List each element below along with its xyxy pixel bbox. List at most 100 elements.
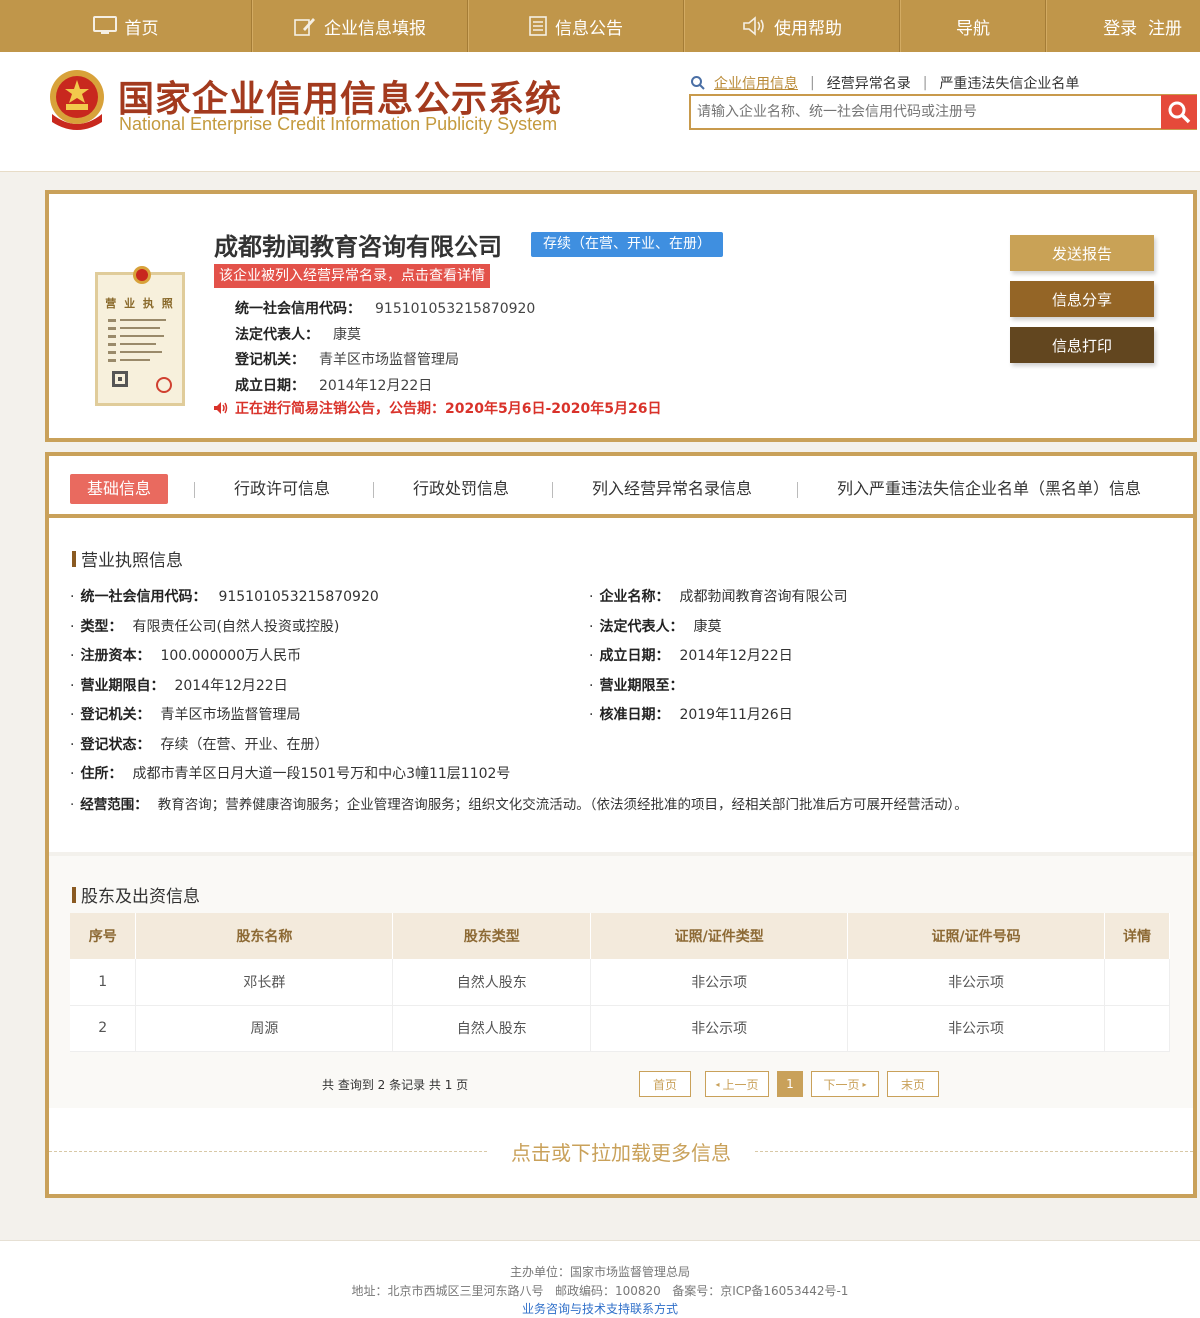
tab-separator [552, 482, 553, 498]
footer-address: 地址：北京市西城区三里河东路八号 邮政编码：100820 备案号：京ICP备16… [351, 1284, 849, 1298]
nav-help-label: 使用帮助 [774, 18, 842, 39]
license-title: 营 业 执 照 [105, 297, 175, 310]
nav-announcements[interactable]: 信息公告 [468, 0, 684, 52]
info-label: 成立日期： [235, 378, 305, 394]
pager-prev-button[interactable]: ◂ 上一页 [705, 1071, 769, 1097]
table-row: 2 周源 自然人股东 非公示项 非公示项 [70, 1005, 1170, 1052]
field-value: 2014年12月22日 [679, 648, 793, 664]
load-more[interactable]: 点击或下拉加载更多信息 [49, 1136, 1193, 1166]
site-footer: 主办单位：国家市场监督管理总局 地址：北京市西城区三里河东路八号 邮政编码：10… [0, 1240, 1200, 1318]
pager-prev-label: 上一页 [722, 1077, 759, 1092]
cell-shareholder-type: 自然人股东 [392, 959, 592, 1006]
tab-basic-info[interactable]: 基础信息 [70, 474, 169, 504]
col-header-details: 详情 [1104, 913, 1170, 959]
search-input[interactable] [691, 96, 1161, 128]
search-category-links: 企业信用信息 | 经营异常名录 | 严重违法失信企业名单 [690, 73, 1091, 93]
field-label: 营业期限至： [599, 678, 684, 694]
cell-cert-type: 非公示项 [590, 1005, 849, 1052]
speaker-icon [742, 16, 766, 36]
nav-navigation[interactable]: 导航 [900, 0, 1046, 52]
field-label: 住所： [80, 766, 123, 782]
info-value: 2014年12月22日 [319, 378, 433, 394]
field-label: 核准日期： [599, 707, 670, 723]
cell-cert-number: 非公示项 [847, 1005, 1105, 1052]
cell-details[interactable] [1104, 1005, 1170, 1052]
load-more-text: 点击或下拉加载更多信息 [511, 1140, 731, 1165]
info-label: 法定代表人： [235, 327, 319, 343]
print-info-button[interactable]: 信息打印 [1010, 327, 1154, 363]
load-more-line [755, 1150, 1193, 1152]
info-label: 统一社会信用代码： [235, 301, 361, 317]
nav-login-register[interactable]: 登录 注册 [1046, 0, 1200, 52]
field-business-scope: · 经营范围： 教育咨询；营养健康咨询服务；企业管理咨询服务；组织文化交流活动。（依… [70, 797, 968, 813]
deregistration-notice[interactable]: 正在进行简易注销公告，公告期：2020年5月6日-2020年5月26日 [213, 398, 661, 418]
field-value: 成都勃闻教育咨询有限公司 [679, 589, 848, 605]
pager-first-button[interactable]: 首页 [639, 1071, 691, 1097]
deregistration-notice-text: 正在进行简易注销公告，公告期：2020年5月6日-2020年5月26日 [235, 401, 662, 417]
field-registered-capital: · 注册资本： 100.000000万人民币 [70, 648, 302, 664]
tab-admin-penalty[interactable]: 行政处罚信息 [413, 474, 509, 504]
field-value: 存续（在营、开业、在册） [160, 737, 329, 753]
national-emblem-icon [46, 68, 108, 134]
info-credit-code: 统一社会信用代码： 915101053215870920 [235, 298, 535, 318]
field-value: 100.000000万人民币 [160, 648, 302, 664]
search-link-abnormal-list[interactable]: 经营异常名录 [815, 73, 923, 93]
search-button[interactable] [1161, 95, 1197, 129]
monitor-icon [92, 16, 117, 36]
send-report-button[interactable]: 发送报告 [1010, 235, 1154, 271]
cell-cert-number: 非公示项 [847, 959, 1105, 1006]
field-label: 登记机关： [80, 707, 151, 723]
field-value: 教育咨询；营养健康咨询服务；企业管理咨询服务；组织文化交流活动。（依法须经批准的… [157, 797, 968, 813]
license-emblem-icon [133, 266, 151, 284]
field-legal-rep: · 法定代表人： 康莫 [589, 619, 722, 635]
search-box [689, 94, 1197, 130]
nav-enterprise-report[interactable]: 企业信息填报 [252, 0, 468, 52]
field-label: 企业名称： [599, 589, 670, 605]
section-title-shareholders: 股东及出资信息 [72, 882, 200, 907]
info-value: 康莫 [333, 327, 361, 343]
tab-separator [373, 482, 374, 498]
pager-page-1[interactable]: 1 [777, 1071, 803, 1097]
field-credit-code: · 统一社会信用代码： 915101053215870920 [70, 589, 379, 605]
tab-admin-license[interactable]: 行政许可信息 [234, 474, 330, 504]
tab-blacklist[interactable]: 列入严重违法失信企业名单（黑名单）信息 [837, 474, 1141, 504]
col-header-shareholder-type: 股东类型 [392, 913, 592, 959]
field-term-from: · 营业期限自： 2014年12月22日 [70, 678, 288, 694]
field-value: 915101053215870920 [218, 589, 379, 605]
caret-left-icon: ◂ [715, 1079, 720, 1089]
cell-shareholder-type: 自然人股东 [392, 1005, 592, 1052]
field-established-date: · 成立日期： 2014年12月22日 [589, 648, 793, 664]
tab-abnormal-list[interactable]: 列入经营异常名录信息 [592, 474, 752, 504]
business-license-thumbnail[interactable]: 营 业 执 照 [95, 266, 185, 406]
section-title-license-info: 营业执照信息 [72, 546, 183, 571]
footer-support-link[interactable]: 业务咨询与技术支持联系方式 [0, 1300, 1200, 1317]
field-label: 登记状态： [80, 737, 151, 753]
search-link-enterprise-credit[interactable]: 企业信用信息 [706, 73, 810, 93]
pager-last-button[interactable]: 末页 [887, 1071, 939, 1097]
license-content-graphic [108, 319, 172, 393]
search-icon [690, 75, 706, 91]
abnormal-list-notice[interactable]: 该企业被列入经营异常名录，点击查看详情 [214, 264, 490, 288]
field-address: · 住所： 成都市青羊区日月大道一段1501号万和中心3幢11层1102号 [70, 766, 511, 782]
pager-next-button[interactable]: 下一页 ▸ [811, 1071, 879, 1097]
table-header-row: 序号 股东名称 股东类型 证照/证件类型 证照/证件号码 详情 [70, 913, 1170, 959]
info-value: 青羊区市场监督管理局 [319, 352, 459, 368]
field-value: 康莫 [693, 619, 722, 635]
field-value: 有限责任公司(自然人投资或控股) [132, 619, 340, 635]
footer-sponsor: 主办单位：国家市场监督管理总局 [509, 1265, 690, 1279]
nav-help[interactable]: 使用帮助 [684, 0, 900, 52]
pager-info: 共 查询到 2 条记录 共 1 页 [322, 1078, 469, 1092]
field-label: 类型： [80, 619, 123, 635]
field-registration-authority: · 登记机关： 青羊区市场监督管理局 [70, 707, 301, 723]
load-more-line [49, 1150, 487, 1152]
info-registration-authority: 登记机关： 青羊区市场监督管理局 [235, 349, 459, 369]
search-link-blacklist[interactable]: 严重违法失信企业名单 [927, 73, 1091, 93]
magnifier-icon [1167, 100, 1191, 124]
info-legal-rep: 法定代表人： 康莫 [235, 324, 361, 344]
nav-home[interactable]: 首页 [0, 0, 252, 52]
col-header-shareholder-name: 股东名称 [135, 913, 394, 959]
col-header-index: 序号 [70, 913, 137, 959]
cell-details[interactable] [1104, 959, 1170, 1006]
cell-shareholder-name: 周源 [135, 1005, 394, 1052]
share-info-button[interactable]: 信息分享 [1010, 281, 1154, 317]
